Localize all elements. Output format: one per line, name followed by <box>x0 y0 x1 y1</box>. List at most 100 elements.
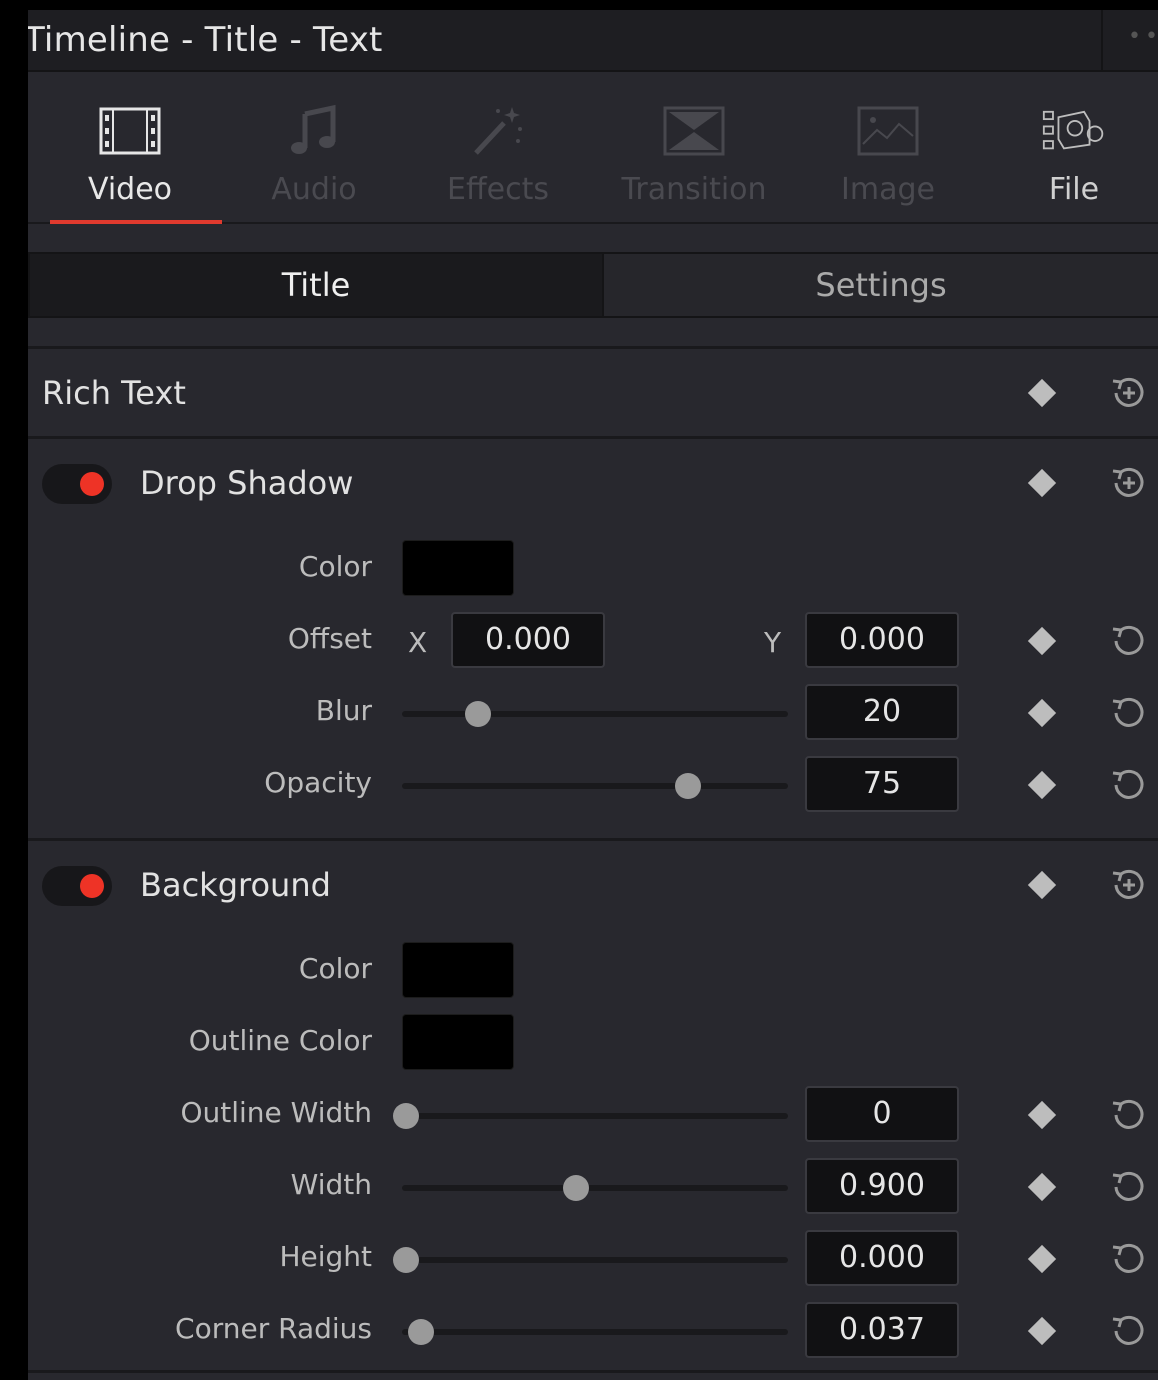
slider-thumb[interactable] <box>563 1175 589 1201</box>
drop-shadow-toggle[interactable] <box>42 464 112 504</box>
keyframe-diamond-icon[interactable] <box>1027 468 1057 498</box>
inspector-tabs: Video Audio Effects Transition Image Fil… <box>28 74 1158 224</box>
more-options-icon[interactable]: •• <box>1128 24 1158 49</box>
drop-shadow-blur-row: Blur 20 <box>28 684 1158 744</box>
slider-track <box>402 1185 788 1191</box>
field-label: Offset <box>287 622 372 655</box>
slider-track <box>402 1113 788 1119</box>
background-height-row: Height 0.000 <box>28 1230 1158 1290</box>
reset-icon[interactable] <box>1108 764 1150 806</box>
tab-audio[interactable]: Audio <box>222 74 406 224</box>
keyframe-diamond-icon[interactable] <box>1027 870 1057 900</box>
field-label: Opacity <box>264 766 372 799</box>
music-note-icon <box>282 104 346 158</box>
slider-thumb[interactable] <box>675 773 701 799</box>
outline-width-input[interactable]: 0 <box>805 1086 959 1142</box>
tab-video[interactable]: Video <box>38 74 222 224</box>
drop-shadow-opacity-row: Opacity 75 <box>28 756 1158 816</box>
height-input[interactable]: 0.000 <box>805 1230 959 1286</box>
outline-color-swatch[interactable] <box>402 1014 514 1070</box>
tab-image-label: Image <box>841 172 935 207</box>
slider-thumb[interactable] <box>465 701 491 727</box>
divider <box>28 1370 1158 1373</box>
tab-video-label: Video <box>87 172 173 207</box>
toggle-indicator <box>80 874 104 898</box>
offset-y-label: Y <box>764 626 782 659</box>
reset-icon[interactable] <box>1108 692 1150 734</box>
color-swatch[interactable] <box>402 540 514 596</box>
tab-effects[interactable]: Effects <box>406 74 590 224</box>
tab-audio-label: Audio <box>271 172 357 207</box>
transition-icon <box>662 104 726 158</box>
keyframe-diamond-icon[interactable] <box>1027 1100 1057 1130</box>
offset-x-label: X <box>408 626 428 659</box>
opacity-slider[interactable] <box>402 766 788 806</box>
reset-icon[interactable] <box>1108 620 1150 662</box>
width-input[interactable]: 0.900 <box>805 1158 959 1214</box>
keyframe-diamond-icon[interactable] <box>1027 1244 1057 1274</box>
field-label: Width <box>290 1168 372 1201</box>
subtab-settings[interactable]: Settings <box>602 254 1158 316</box>
background-header: Background <box>28 844 1158 934</box>
blur-input[interactable]: 20 <box>805 684 959 740</box>
keyframe-diamond-icon[interactable] <box>1027 1172 1057 1202</box>
color-swatch[interactable] <box>402 942 514 998</box>
field-label: Outline Width <box>180 1096 372 1129</box>
background-width-row: Width 0.900 <box>28 1158 1158 1218</box>
slider-thumb[interactable] <box>408 1319 434 1345</box>
reset-icon[interactable] <box>1108 1310 1150 1352</box>
field-label: Color <box>298 550 372 583</box>
keyframe-diamond-icon[interactable] <box>1027 378 1057 408</box>
keyframe-diamond-icon[interactable] <box>1027 1316 1057 1346</box>
slider-track <box>402 711 788 717</box>
outline-width-slider[interactable] <box>393 1096 788 1136</box>
drop-shadow-label: Drop Shadow <box>140 464 354 502</box>
file-camera-icon <box>1042 104 1106 158</box>
reset-add-icon[interactable] <box>1108 372 1150 414</box>
subtab-title[interactable]: Title <box>30 254 602 316</box>
background-toggle[interactable] <box>42 866 112 906</box>
inspector-panel: Timeline - Title - Text •• Video <box>28 10 1158 1380</box>
tab-file[interactable]: File <box>982 74 1158 224</box>
reset-icon[interactable] <box>1108 1166 1150 1208</box>
drop-shadow-color-row: Color <box>28 540 1158 600</box>
drop-shadow-header: Drop Shadow <box>28 440 1158 530</box>
reset-add-icon[interactable] <box>1108 462 1150 504</box>
tab-transition-label: Transition <box>621 172 767 207</box>
rich-text-row[interactable]: Rich Text <box>28 350 1158 436</box>
divider <box>28 838 1158 841</box>
reset-add-icon[interactable] <box>1108 864 1150 906</box>
opacity-input[interactable]: 75 <box>805 756 959 812</box>
film-icon <box>98 104 162 158</box>
width-slider[interactable] <box>402 1168 788 1208</box>
tab-image[interactable]: Image <box>796 74 980 224</box>
slider-track <box>402 783 788 789</box>
tab-transition[interactable]: Transition <box>602 74 786 224</box>
keyframe-diamond-icon[interactable] <box>1027 698 1057 728</box>
corner-radius-input[interactable]: 0.037 <box>805 1302 959 1358</box>
field-label: Outline Color <box>188 1024 372 1057</box>
field-label: Height <box>279 1240 372 1273</box>
slider-thumb[interactable] <box>393 1103 419 1129</box>
background-outline-color-row: Outline Color <box>28 1014 1158 1074</box>
blur-slider[interactable] <box>402 694 788 734</box>
field-label: Corner Radius <box>175 1312 372 1345</box>
keyframe-diamond-icon[interactable] <box>1027 770 1057 800</box>
offset-x-input[interactable]: 0.000 <box>451 612 605 668</box>
slider-thumb[interactable] <box>393 1247 419 1273</box>
subtab-bar: Title Settings <box>28 252 1158 318</box>
window-title: Timeline - Title - Text <box>28 20 383 60</box>
height-slider[interactable] <box>393 1240 788 1280</box>
reset-icon[interactable] <box>1108 1238 1150 1280</box>
corner-radius-slider[interactable] <box>402 1312 788 1352</box>
drop-shadow-offset-row: Offset X 0.000 Y 0.000 <box>28 612 1158 672</box>
field-label: Color <box>298 952 372 985</box>
keyframe-diamond-icon[interactable] <box>1027 626 1057 656</box>
reset-icon[interactable] <box>1108 1094 1150 1136</box>
divider <box>28 346 1158 349</box>
background-outline-width-row: Outline Width 0 <box>28 1086 1158 1146</box>
tab-file-label: File <box>1048 172 1100 207</box>
slider-track <box>402 1329 788 1335</box>
offset-y-input[interactable]: 0.000 <box>805 612 959 668</box>
divider <box>28 436 1158 439</box>
